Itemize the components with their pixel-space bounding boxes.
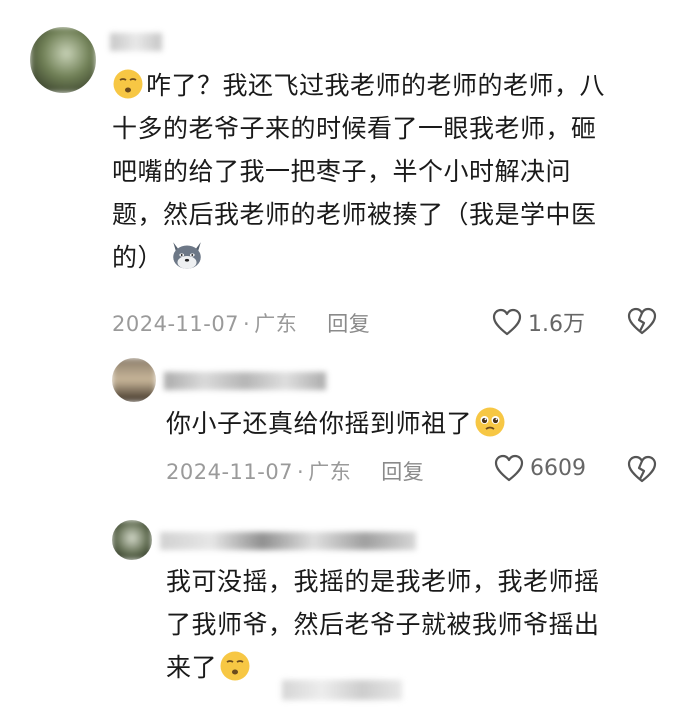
heart-icon — [492, 308, 522, 336]
comment-text-line-3: 吧嘴的给了我一把枣子，半个小时解决问 — [112, 157, 572, 186]
username-blurred[interactable] — [164, 372, 326, 390]
doge-wolf-icon — [173, 242, 201, 269]
comment-text: 我可没摇，我摇的是我老师，我老师摇 了我师爷，然后老爷子就被我师爷摇出 来了 — [166, 560, 666, 689]
broken-heart-icon[interactable] — [627, 455, 657, 483]
like-button[interactable]: 1.6万 — [492, 306, 585, 338]
comment-text-line-1: 咋了？我还飞过我老师的老师的老师，八 — [146, 71, 606, 100]
like-count: 1.6万 — [528, 312, 585, 337]
comment-meta: 2024-11-07 · 广东 回复 — [112, 308, 370, 338]
meta-separator: · — [243, 312, 251, 336]
pleading-face-icon — [475, 407, 505, 437]
comment-text-line-5: 的） — [112, 243, 164, 272]
like-count: 6609 — [530, 455, 586, 481]
avatar[interactable] — [30, 27, 96, 93]
reply-button[interactable]: 回复 — [381, 460, 424, 484]
comment-location: 广东 — [254, 312, 298, 336]
comment-text-line-1: 我可没摇，我摇的是我老师，我老师摇 — [166, 567, 600, 596]
username-blurred[interactable] — [160, 532, 416, 550]
watermark-blurred — [282, 680, 402, 700]
reply-button[interactable]: 回复 — [327, 312, 370, 336]
comment-text-line-2: 了我师爷，然后老爷子就被我师爷摇出 — [166, 610, 600, 639]
thinking-face-icon — [113, 69, 143, 99]
username-blurred[interactable] — [110, 33, 162, 51]
thinking-face-icon — [220, 651, 250, 681]
comment-location: 广东 — [308, 460, 352, 484]
comment-date: 2024-11-07 — [112, 312, 240, 336]
comment-meta: 2024-11-07 · 广东 回复 — [166, 456, 424, 486]
meta-separator: · — [297, 460, 305, 484]
comment-text-line-2: 十多的老爷子来的时候看了一眼我老师，砸 — [112, 114, 597, 143]
comment-text-line-4: 题，然后我老师的老师被揍了（我是学中医 — [112, 200, 597, 229]
comment-text: 咋了？我还飞过我老师的老师的老师，八 十多的老爷子来的时候看了一眼我老师，砸 吧… — [112, 64, 672, 279]
broken-heart-icon[interactable] — [627, 307, 657, 335]
heart-icon — [494, 454, 524, 482]
avatar[interactable] — [112, 520, 152, 560]
avatar[interactable] — [112, 358, 156, 402]
comment-date: 2024-11-07 — [166, 460, 294, 484]
comment-text: 你小子还真给你摇到师祖了 — [166, 402, 646, 445]
comment-text-line-1: 你小子还真给你摇到师祖了 — [166, 409, 473, 438]
comment-text-line-3: 来了 — [166, 653, 218, 682]
like-button[interactable]: 6609 — [494, 454, 586, 482]
